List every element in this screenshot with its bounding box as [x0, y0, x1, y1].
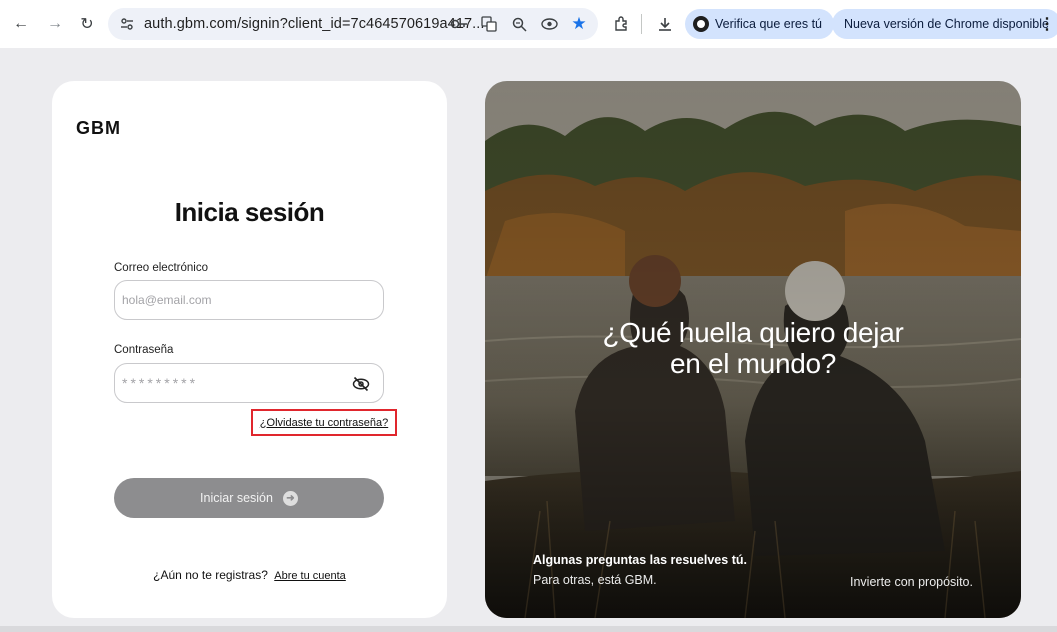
update-chrome-chip[interactable]: Nueva versión de Chrome disponible: [832, 9, 1057, 39]
register-link[interactable]: Abre tu cuenta: [274, 570, 346, 582]
email-input[interactable]: [122, 293, 342, 307]
key-icon[interactable]: [448, 13, 470, 35]
update-chip-label: Nueva versión de Chrome disponible: [844, 17, 1049, 31]
address-bar[interactable]: auth.gbm.com/signin?client_id=7c46457061…: [108, 8, 598, 40]
page-title: Inicia sesión: [174, 197, 325, 227]
eye-slash-icon[interactable]: [352, 375, 370, 393]
reload-icon[interactable]: ↻: [74, 11, 100, 37]
menu-icon[interactable]: ⋮: [1039, 14, 1055, 34]
arrow-right-icon: ➜: [282, 490, 298, 506]
eye-icon[interactable]: [538, 13, 560, 35]
tune-icon[interactable]: [116, 13, 138, 35]
gbm-logo[interactable]: GBM: [76, 118, 121, 139]
hero-image: ¿Qué huella quiero dejar en el mundo? Al…: [485, 81, 1021, 618]
forgot-password-link[interactable]: ¿Olvidaste tu contraseña?: [260, 417, 388, 429]
zoom-icon[interactable]: [508, 13, 530, 35]
hero-quote: ¿Qué huella quiero dejar en el mundo?: [485, 317, 1021, 379]
register-prompt-text: ¿Aún no te registras?: [153, 568, 268, 582]
verify-chip-label: Verifica que eres tú: [715, 17, 823, 31]
hero-tagline-right: Invierte con propósito.: [850, 575, 973, 589]
login-button-label: Iniciar sesión: [200, 491, 273, 505]
url-text[interactable]: auth.gbm.com/signin?client_id=7c46457061…: [144, 16, 485, 32]
password-field[interactable]: *********: [114, 363, 384, 403]
email-label: Correo electrónico: [114, 262, 208, 274]
extensions-icon[interactable]: [608, 11, 634, 37]
translate-icon[interactable]: [478, 13, 500, 35]
horizontal-scrollbar[interactable]: [0, 626, 1057, 632]
verify-chip[interactable]: Verifica que eres tú: [685, 9, 835, 39]
browser-toolbar: ← → ↻ auth.gbm.com/signin?client_id=7c46…: [0, 0, 1057, 48]
download-icon[interactable]: [652, 11, 678, 37]
email-field[interactable]: [114, 280, 384, 320]
hero-tagline-bold: Algunas preguntas las resuelves tú.: [533, 553, 747, 567]
password-input[interactable]: *********: [122, 375, 198, 391]
toolbar-separator: [641, 14, 642, 34]
login-button[interactable]: Iniciar sesión ➜: [114, 478, 384, 518]
verify-icon: [693, 16, 709, 32]
back-icon[interactable]: ←: [8, 11, 34, 37]
forgot-password-highlight: ¿Olvidaste tu contraseña?: [251, 409, 397, 436]
hero-tagline-sub: Para otras, está GBM.: [533, 573, 657, 587]
forward-icon[interactable]: →: [42, 11, 68, 37]
password-label: Contraseña: [114, 344, 174, 356]
hero-quote-line2: en el mundo?: [669, 348, 837, 379]
star-icon[interactable]: ★: [568, 13, 590, 35]
hero-quote-line1: ¿Qué huella quiero dejar: [602, 317, 904, 348]
register-prompt: ¿Aún no te registras? Abre tu cuenta: [52, 568, 447, 582]
login-card: GBM Inicia sesión Correo electrónico Con…: [52, 81, 447, 618]
